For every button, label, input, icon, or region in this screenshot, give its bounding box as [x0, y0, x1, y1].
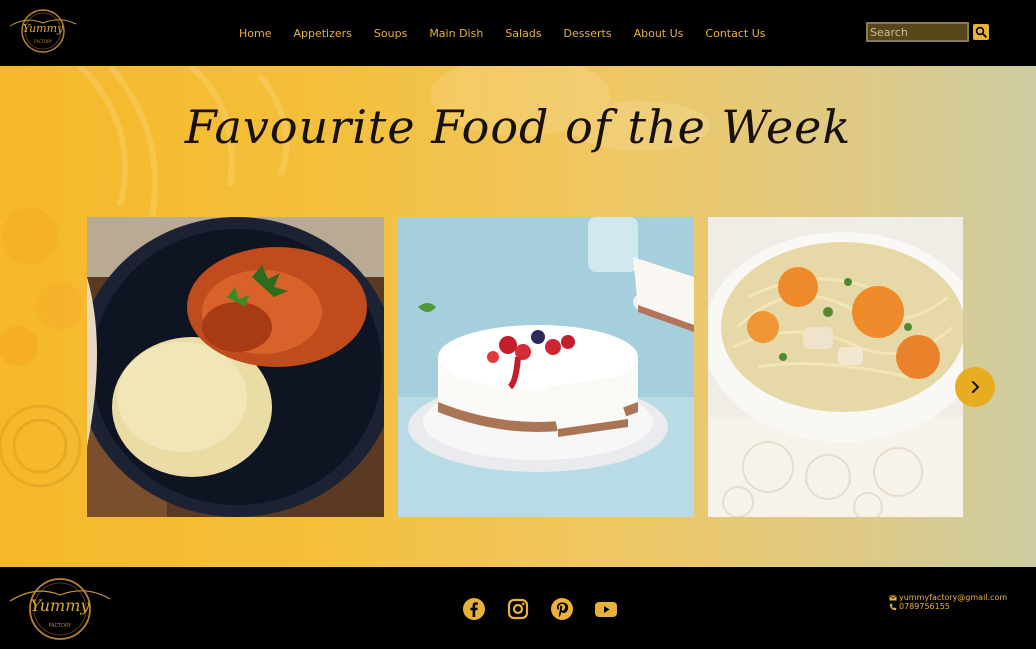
contact-phone[interactable]: 0789756155: [899, 602, 950, 611]
logo-subtext: FACTORY: [34, 39, 53, 44]
search-icon: [975, 26, 987, 38]
search-button[interactable]: [973, 24, 989, 40]
footer-logo[interactable]: Yummy FACTORY: [6, 571, 114, 643]
site-footer: Yummy FACTORY yummyfactory@gmail.com 078…: [0, 567, 1036, 649]
pinterest-link[interactable]: [550, 597, 574, 621]
nav-appetizers[interactable]: Appetizers: [293, 27, 351, 41]
carousel-next-button[interactable]: [955, 367, 995, 407]
carousel-slide-cheesecake[interactable]: [398, 217, 694, 517]
chicken-noodle-soup-photo: [708, 217, 963, 517]
nav-about-us[interactable]: About Us: [634, 27, 684, 41]
social-links: [462, 597, 638, 621]
pinterest-icon: [551, 598, 573, 620]
carousel-slide-soup[interactable]: [708, 217, 963, 517]
nav-contact-us[interactable]: Contact Us: [705, 27, 765, 41]
contact-phone-row[interactable]: 0789756155: [889, 602, 1007, 611]
hero-title: Favourite Food of the Week: [184, 100, 852, 154]
site-logo[interactable]: Yummy FACTORY: [6, 6, 80, 54]
instagram-link[interactable]: [506, 597, 530, 621]
facebook-link[interactable]: [462, 597, 486, 621]
site-header: Yummy FACTORY Home Appetizers Soups Main…: [0, 0, 1036, 66]
envelope-icon: [889, 594, 897, 600]
facebook-icon: [463, 598, 485, 620]
nav-salads[interactable]: Salads: [505, 27, 541, 41]
contact-info: yummyfactory@gmail.com 0789756155: [889, 593, 1007, 611]
youtube-link[interactable]: [594, 597, 618, 621]
nav-main-dish[interactable]: Main Dish: [429, 27, 483, 41]
nav-soups[interactable]: Soups: [374, 27, 407, 41]
search-input[interactable]: [866, 22, 969, 42]
chevron-right-icon: [972, 381, 979, 393]
instagram-icon: [507, 598, 529, 620]
hero-section: Favourite Food of the Week: [0, 66, 1036, 567]
logo-text: Yummy: [23, 22, 64, 35]
carousel-slide-curry[interactable]: [87, 217, 384, 517]
footer-logo-text: Yummy: [31, 596, 91, 615]
contact-email-row[interactable]: yummyfactory@gmail.com: [889, 593, 1007, 602]
nav-home[interactable]: Home: [239, 27, 271, 41]
footer-logo-subtext: FACTORY: [49, 623, 72, 629]
youtube-icon: [595, 602, 617, 617]
phone-icon: [889, 603, 897, 610]
curry-with-rice-photo: [87, 217, 384, 517]
search-box: [866, 22, 989, 42]
contact-email[interactable]: yummyfactory@gmail.com: [899, 593, 1007, 602]
berry-cheesecake-photo: [398, 217, 694, 517]
nav-desserts[interactable]: Desserts: [564, 27, 612, 41]
main-nav: Home Appetizers Soups Main Dish Salads D…: [229, 27, 787, 41]
